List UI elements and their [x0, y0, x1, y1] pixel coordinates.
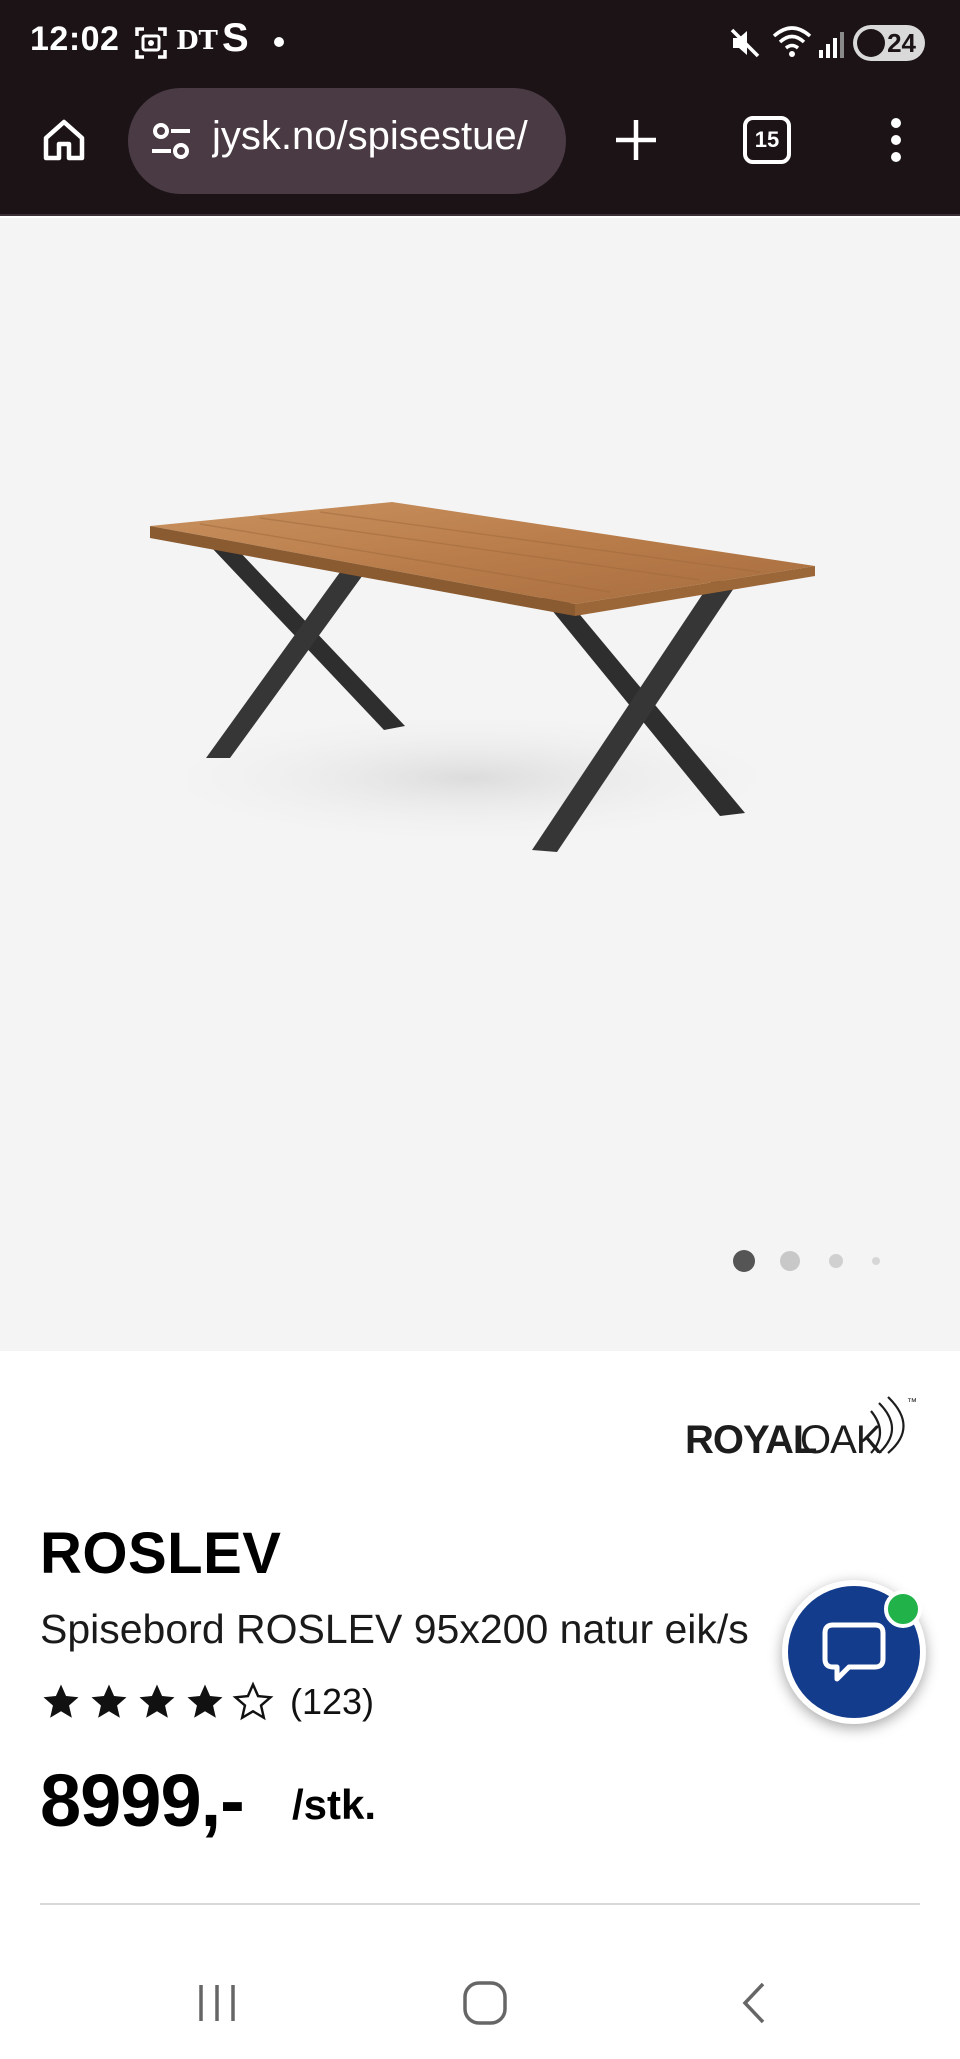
site-settings-icon[interactable]: [150, 120, 192, 162]
s-app-icon: S: [222, 16, 249, 60]
product-image: [130, 502, 815, 852]
back-button[interactable]: [708, 1966, 798, 2040]
screenshot-icon: [135, 27, 167, 59]
product-rating[interactable]: (123): [40, 1678, 374, 1726]
carousel-dot-4[interactable]: [872, 1257, 880, 1265]
home-nav-button[interactable]: [440, 1966, 530, 2040]
carousel-dot-3[interactable]: [829, 1254, 843, 1268]
address-bar[interactable]: jysk.no/spisestue/: [128, 88, 566, 194]
star-filled-icon: [187, 1684, 223, 1718]
more-menu-button[interactable]: [864, 108, 928, 172]
wifi-icon: [772, 26, 812, 57]
brand-logo: ROYAL OAK ™: [683, 1393, 923, 1463]
brand-logo-oak: OAK: [800, 1418, 883, 1462]
battery-indicator: 24: [853, 25, 925, 61]
price-unit: /stk.: [292, 1781, 377, 1828]
recent-apps-button[interactable]: [172, 1966, 262, 2040]
signal-icon: [819, 32, 844, 58]
newspaper-dt-icon: DT: [176, 26, 218, 56]
brand-logo-royal: ROYAL: [685, 1418, 817, 1462]
status-bar: 12:02 DT S 24: [0, 0, 960, 86]
product-name: ROSLEV: [40, 1521, 282, 1586]
star-empty-icon: [232, 1681, 274, 1721]
status-time: 12:02: [30, 20, 120, 58]
battery-saver-icon: [857, 29, 885, 57]
chat-online-indicator: [884, 1590, 922, 1628]
star-filled-icon: [43, 1684, 79, 1718]
product-image-gallery[interactable]: [0, 218, 960, 1351]
home-button[interactable]: [32, 108, 96, 172]
rating-stars: [40, 1681, 274, 1723]
more-menu-icon: [891, 118, 901, 162]
trademark-symbol: ™: [907, 1397, 917, 1408]
url-text[interactable]: jysk.no/spisestue/: [212, 114, 552, 159]
home-icon: [43, 119, 85, 161]
carousel-dot-2[interactable]: [780, 1251, 800, 1271]
browser-toolbar: jysk.no/spisestue/ 15: [0, 86, 960, 216]
back-icon: [742, 1982, 765, 2024]
system-nav-bar: [0, 1946, 960, 2059]
new-tab-button[interactable]: [604, 108, 668, 172]
review-count[interactable]: (123): [290, 1681, 374, 1723]
notification-dot: [274, 37, 284, 47]
star-filled-icon: [139, 1684, 175, 1718]
star-filled-icon: [91, 1684, 127, 1718]
mute-icon: [730, 28, 760, 58]
divider: [40, 1903, 920, 1905]
product-description: Spisebord ROSLEV 95x200 natur eik/s: [40, 1606, 749, 1652]
tab-switcher-icon[interactable]: 15: [743, 116, 791, 164]
product-price: 8999,-: [40, 1759, 245, 1842]
battery-level: 24: [887, 28, 916, 58]
home-nav-icon: [463, 1981, 507, 2025]
new-tab-icon: [616, 120, 656, 160]
chat-bubble-icon: [822, 1622, 886, 1682]
recent-apps-icon: [199, 1985, 235, 2021]
carousel-dot-1[interactable]: [733, 1250, 755, 1272]
